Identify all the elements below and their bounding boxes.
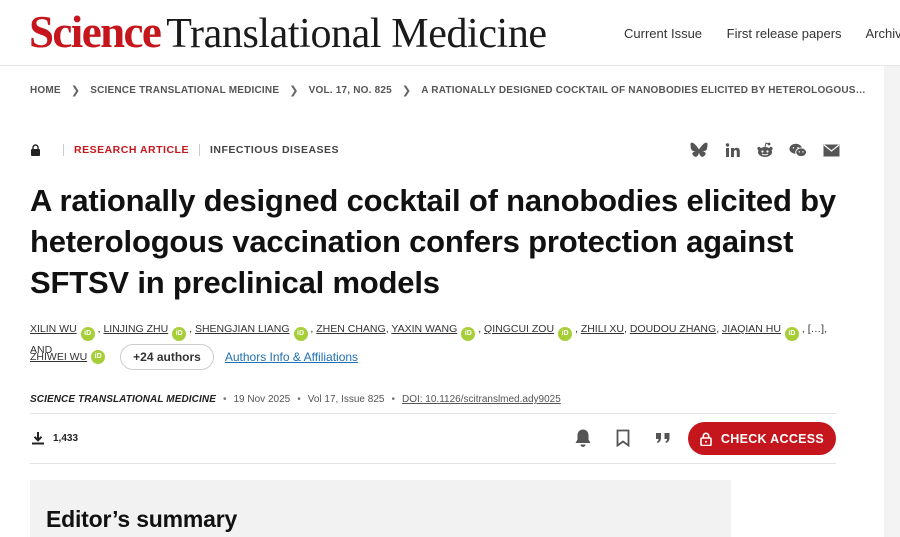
article-title: A rationally designed cocktail of nanobo… — [30, 183, 836, 300]
breadcrumb: HOME ❯ SCIENCE TRANSLATIONAL MEDICINE ❯ … — [30, 84, 866, 97]
authors-ellipsis[interactable]: […] — [808, 323, 824, 335]
logo-science: Science — [29, 7, 162, 57]
quote-icon[interactable] — [653, 428, 673, 448]
divider — [30, 413, 836, 414]
author-list-row2: ZHIWEI WU iD +24 authors Authors Info & A… — [30, 344, 358, 370]
article-subject[interactable]: INFECTIOUS DISEASES — [210, 144, 339, 156]
author-link[interactable]: YAXIN WANG — [391, 323, 457, 335]
meta-separator: • — [391, 394, 395, 405]
chevron-right-icon: ❯ — [401, 85, 412, 97]
breadcrumb-journal[interactable]: SCIENCE TRANSLATIONAL MEDICINE — [90, 85, 279, 96]
author-link[interactable]: ZHIWEI WU — [30, 351, 87, 363]
publication-date: 19 Nov 2025 — [233, 394, 291, 405]
bell-icon[interactable] — [573, 428, 593, 448]
author-link[interactable]: ZHILI XU — [581, 323, 624, 335]
more-authors-button[interactable]: +24 authors — [120, 344, 214, 370]
chevron-right-icon: ❯ — [70, 85, 81, 97]
editors-summary-section: Editor’s summary — [30, 480, 731, 537]
author-link[interactable]: ZHEN CHANG — [316, 323, 385, 335]
divider — [30, 463, 836, 464]
orcid-icon[interactable]: iD — [558, 327, 573, 341]
bluesky-icon[interactable] — [690, 141, 708, 159]
reddit-icon[interactable] — [756, 141, 774, 159]
doi-link[interactable]: DOI: 10.1126/scitranslmed.ady9025 — [402, 394, 561, 405]
scrollbar-track[interactable] — [884, 66, 900, 537]
lock-icon — [30, 144, 41, 156]
journal-name: SCIENCE TRANSLATIONAL MEDICINE — [30, 394, 216, 405]
journal-logo[interactable]: Science Translational Medicine — [29, 7, 547, 57]
meta-separator: • — [297, 394, 301, 405]
meta-separator: • — [222, 394, 227, 405]
author-link[interactable]: LINJING ZHU — [103, 323, 168, 335]
orcid-icon[interactable]: iD — [461, 327, 476, 341]
check-access-button[interactable]: CHECK ACCESS — [688, 422, 836, 455]
bookmark-icon[interactable] — [613, 428, 633, 448]
author-link[interactable]: XILIN WU — [30, 323, 77, 335]
breadcrumb-issue[interactable]: VOL. 17, NO. 825 — [309, 85, 392, 96]
author-link[interactable]: QINGCUI ZOU — [484, 323, 554, 335]
download-icon — [32, 432, 44, 445]
breadcrumb-home[interactable]: HOME — [30, 85, 61, 96]
email-icon[interactable] — [822, 141, 840, 159]
orcid-icon[interactable]: iD — [784, 327, 799, 341]
author-link[interactable]: JIAQIAN HU — [722, 323, 781, 335]
orcid-icon[interactable]: iD — [293, 327, 308, 341]
publication-meta: SCIENCE TRANSLATIONAL MEDICINE • 19 Nov … — [30, 394, 561, 405]
divider — [63, 144, 64, 156]
nav-archive[interactable]: Archive — [865, 26, 900, 41]
logo-journal-name: Translational Medicine — [166, 11, 547, 57]
download-count: 1,433 — [31, 431, 78, 445]
chevron-right-icon: ❯ — [289, 85, 299, 97]
volume-issue: Vol 17, Issue 825 — [307, 394, 385, 405]
divider — [198, 144, 200, 156]
article-type: RESEARCH ARTICLE — [74, 144, 189, 156]
orcid-icon[interactable]: iD — [172, 327, 187, 341]
nav-current-issue[interactable]: Current Issue — [624, 26, 702, 41]
linkedin-icon[interactable] — [723, 141, 741, 159]
article-type-row: RESEARCH ARTICLE INFECTIOUS DISEASES — [30, 144, 339, 156]
lock-icon — [700, 432, 712, 446]
top-nav: Current Issue First release papers Archi… — [624, 26, 900, 41]
author-link[interactable]: DOUDOU ZHANG — [630, 323, 716, 335]
download-count-value: 1,433 — [53, 432, 79, 444]
author-link[interactable]: SHENGJIAN LIANG — [195, 323, 290, 335]
check-access-label: CHECK ACCESS — [720, 431, 825, 446]
orcid-icon[interactable]: iD — [80, 327, 95, 341]
nav-first-release-papers[interactable]: First release papers — [727, 26, 842, 41]
orcid-icon[interactable]: iD — [91, 350, 106, 364]
authors-affiliations-link[interactable]: Authors Info & Affiliations — [225, 350, 358, 364]
editors-summary-heading: Editor’s summary — [46, 506, 238, 532]
share-icons — [690, 141, 855, 159]
breadcrumb-current: A RATIONALLY DESIGNED COCKTAIL OF NANOBO… — [421, 85, 866, 96]
wechat-icon[interactable] — [789, 141, 807, 159]
article-actions — [573, 428, 693, 448]
site-header: Science Translational Medicine Current Is… — [0, 0, 900, 66]
